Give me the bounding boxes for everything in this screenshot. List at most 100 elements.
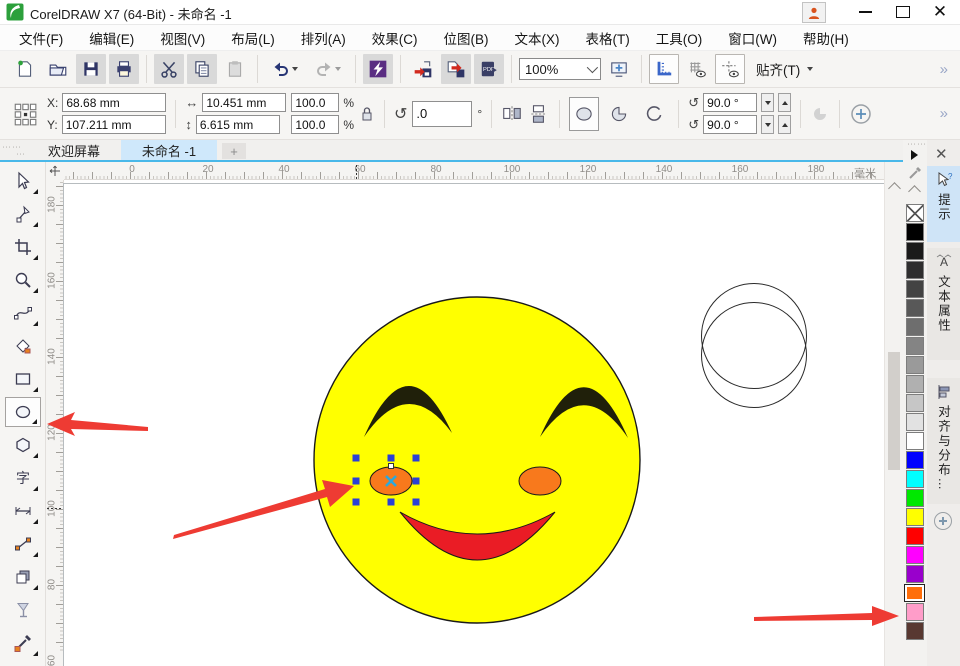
pick-tool[interactable]: [5, 166, 41, 196]
ruler-origin-button[interactable]: [46, 162, 64, 180]
canvas-vertical-scrollbar[interactable]: [884, 162, 903, 666]
show-guidelines-button[interactable]: [715, 54, 745, 84]
docker-tab-text-properties[interactable]: A文本属性: [927, 248, 960, 360]
end-angle-input[interactable]: [703, 115, 757, 134]
drop-shadow-tool[interactable]: [5, 562, 41, 592]
start-angle-up-button[interactable]: [778, 93, 791, 112]
flyout-indicator[interactable]: [32, 419, 37, 424]
zoom-tool[interactable]: [5, 265, 41, 295]
menu-item[interactable]: 布局(L): [218, 25, 288, 51]
connector-tool[interactable]: [5, 529, 41, 559]
property-bar-overflow-button[interactable]: »: [940, 105, 946, 122]
color-swatch-orange[interactable]: [904, 584, 925, 602]
show-grid-button[interactable]: [682, 54, 712, 84]
redo-button[interactable]: [308, 54, 348, 84]
end-angle-down-button[interactable]: [761, 115, 774, 134]
menu-item[interactable]: 排列(A): [288, 25, 359, 51]
undo-button[interactable]: [265, 54, 305, 84]
flyout-indicator[interactable]: [33, 222, 38, 227]
palette-scroll-up-icon[interactable]: [908, 185, 921, 198]
rectangle-tool[interactable]: [5, 364, 41, 394]
pie-mode-button[interactable]: [604, 97, 634, 131]
color-swatch-green[interactable]: [906, 489, 924, 507]
mirror-horizontal-icon[interactable]: [501, 103, 523, 125]
dimension-tool[interactable]: [5, 496, 41, 526]
redo-dropdown-icon[interactable]: [335, 67, 341, 71]
scale-y-input[interactable]: [291, 115, 339, 134]
flyout-indicator[interactable]: [33, 486, 38, 491]
paste-button[interactable]: [220, 54, 250, 84]
palette-eyedropper-icon[interactable]: [908, 166, 922, 180]
flyout-indicator[interactable]: [33, 255, 38, 260]
color-swatch-70-black[interactable]: [906, 280, 924, 298]
flyout-indicator[interactable]: [33, 453, 38, 458]
print-button[interactable]: [109, 54, 139, 84]
color-eyedropper-tool[interactable]: [5, 628, 41, 658]
color-swatch-magenta[interactable]: [906, 546, 924, 564]
document-tab[interactable]: 欢迎屏幕: [28, 140, 120, 160]
menu-item[interactable]: 文件(F): [6, 25, 76, 51]
export-button[interactable]: [441, 54, 471, 84]
color-swatch-40-black[interactable]: [906, 337, 924, 355]
color-swatch-black[interactable]: [906, 223, 924, 241]
flyout-indicator[interactable]: [33, 288, 38, 293]
add-docker-button[interactable]: [934, 512, 952, 530]
start-angle-input[interactable]: [703, 93, 757, 112]
color-swatch-5-black[interactable]: [906, 413, 924, 431]
color-swatch-80-black[interactable]: [906, 261, 924, 279]
snap-to-button[interactable]: 贴齐(T): [748, 55, 821, 83]
smart-fill-tool[interactable]: [5, 331, 41, 361]
drawing-canvas[interactable]: [64, 180, 884, 666]
freehand-tool[interactable]: [5, 298, 41, 328]
flyout-indicator[interactable]: [33, 585, 38, 590]
color-swatch-pink[interactable]: [906, 603, 924, 621]
lock-ratio-icon[interactable]: [359, 105, 375, 123]
vertical-ruler[interactable]: 1801601401201008060: [46, 180, 64, 666]
menu-item[interactable]: 位图(B): [431, 25, 502, 51]
application-launcher-button[interactable]: [363, 54, 393, 84]
color-swatch-90-black[interactable]: [906, 242, 924, 260]
open-button[interactable]: [43, 54, 73, 84]
start-angle-down-button[interactable]: [761, 93, 774, 112]
color-swatch-red[interactable]: [906, 527, 924, 545]
flyout-indicator[interactable]: [33, 387, 38, 392]
document-tab[interactable]: 未命名 -1: [121, 140, 217, 160]
flyout-indicator[interactable]: [33, 321, 38, 326]
menu-item[interactable]: 工具(O): [643, 25, 716, 51]
object-height-input[interactable]: [196, 115, 280, 134]
docker-tab-hint-cursor[interactable]: ?提示: [927, 166, 960, 242]
ellipse-tool[interactable]: [5, 397, 41, 427]
color-swatch-purple[interactable]: [906, 565, 924, 583]
transparency-tool[interactable]: [5, 595, 41, 625]
docker-tab-align-distribute[interactable]: 对齐与分布…: [927, 378, 960, 504]
end-angle-up-button[interactable]: [778, 115, 791, 134]
copy-button[interactable]: [187, 54, 217, 84]
shape-tool[interactable]: [5, 199, 41, 229]
x-position-input[interactable]: [62, 93, 166, 112]
crop-tool[interactable]: [5, 232, 41, 262]
zoom-level-combo[interactable]: 100%: [519, 58, 601, 80]
new-tab-button[interactable]: +: [222, 143, 246, 159]
flyout-indicator[interactable]: [33, 651, 38, 656]
polygon-tool[interactable]: [5, 430, 41, 460]
scrollbar-thumb[interactable]: [888, 352, 900, 470]
cut-button[interactable]: [154, 54, 184, 84]
import-button[interactable]: [408, 54, 438, 84]
palette-flyout-icon[interactable]: [911, 150, 918, 160]
flyout-indicator[interactable]: [33, 189, 38, 194]
publish-pdf-button[interactable]: PDF: [474, 54, 504, 84]
add-preset-icon[interactable]: [849, 102, 873, 126]
color-swatch-brown[interactable]: [906, 622, 924, 640]
save-button[interactable]: [76, 54, 106, 84]
color-swatch-blue[interactable]: [906, 451, 924, 469]
color-swatch-no-color[interactable]: [906, 204, 924, 222]
menu-item[interactable]: 窗口(W): [715, 25, 790, 51]
text-tool[interactable]: 字: [5, 463, 41, 493]
menu-item[interactable]: 视图(V): [147, 25, 218, 51]
menu-item[interactable]: 效果(C): [359, 25, 431, 51]
flyout-indicator[interactable]: [33, 552, 38, 557]
scale-x-input[interactable]: [291, 93, 339, 112]
rotation-angle-input[interactable]: [412, 101, 472, 127]
full-screen-preview-button[interactable]: [604, 54, 634, 84]
docker-close-icon[interactable]: ✕: [935, 145, 948, 163]
